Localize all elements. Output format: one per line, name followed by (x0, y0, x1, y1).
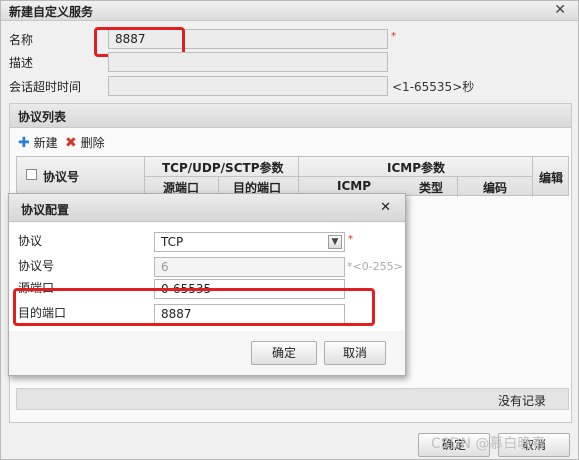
chevron-down-icon[interactable]: ▼ (328, 235, 342, 249)
timeout-label: 会话超时时间 (9, 80, 82, 94)
protocol-list-title: 协议列表 (18, 110, 67, 124)
name-label: 名称 (9, 33, 34, 47)
protocol-config-title: 协议配置 (21, 203, 70, 217)
dialog-titlebar: 新建自定义服务 ✕ (1, 1, 578, 21)
empty-text: 没有记录 (497, 394, 546, 408)
close-icon[interactable]: ✕ (554, 2, 566, 18)
dialog-title: 新建自定义服务 (9, 5, 94, 19)
protocol-no-input[interactable] (154, 257, 345, 277)
delete-icon: ✖ (65, 135, 77, 151)
col-edit: 编辑 (539, 171, 564, 185)
col-icmp-group: ICMP参数 (387, 161, 446, 175)
header-divider (144, 176, 533, 177)
protocol-config-dialog: 协议配置 ✕ 协议 TCP ▼ * 协议号 *<0-255> 源端口 目的端口 … (8, 193, 406, 376)
protocol-label: 协议 (18, 234, 43, 248)
plus-icon: ✚ (18, 135, 30, 151)
timeout-input[interactable] (108, 76, 388, 96)
protocol-config-header: 协议配置 ✕ (9, 194, 405, 222)
timeout-hint: <1-65535>秒 (392, 80, 475, 94)
protocol-no-hint: *<0-255> (347, 260, 403, 273)
ok-button[interactable]: 确定 (251, 341, 317, 365)
protocol-config-body: 协议 TCP ▼ * 协议号 *<0-255> 源端口 目的端口 (9, 223, 405, 331)
protocol-value: TCP (161, 235, 184, 249)
pagination-bar: 没有记录 (16, 388, 569, 410)
required-mark: * (391, 31, 396, 42)
description-label: 描述 (9, 56, 34, 70)
watermark: CSDN @慕白晚春 (431, 436, 546, 452)
cancel-button[interactable]: 取消 (324, 341, 386, 365)
description-input[interactable] (108, 52, 388, 72)
col-type: 类型 (419, 181, 444, 195)
col-divider (457, 176, 458, 197)
col-divider (144, 157, 145, 197)
close-icon[interactable]: ✕ (380, 200, 391, 215)
add-button[interactable]: ✚ 新建 (18, 134, 58, 151)
col-icmp: ICMP (337, 179, 372, 193)
col-tcp-group: TCP/UDP/SCTP参数 (162, 161, 284, 175)
select-all-checkbox[interactable] (26, 169, 37, 180)
delete-button[interactable]: ✖ 删除 (65, 134, 105, 151)
protocol-list-header: 协议列表 (10, 104, 571, 128)
col-code: 编码 (483, 181, 508, 195)
col-divider (298, 157, 299, 197)
protocol-select[interactable]: TCP ▼ (154, 232, 345, 252)
col-protocol-no: 协议号 (43, 170, 80, 184)
add-label: 新建 (33, 136, 58, 150)
required-mark: * (348, 234, 353, 245)
protocol-table-header: 协议号 TCP/UDP/SCTP参数 源端口 目的端口 ICMP参数 ICMP … (16, 156, 569, 197)
protocol-no-label: 协议号 (18, 259, 55, 273)
delete-label: 删除 (80, 136, 105, 150)
col-divider (532, 157, 533, 197)
highlight-box (13, 288, 375, 326)
